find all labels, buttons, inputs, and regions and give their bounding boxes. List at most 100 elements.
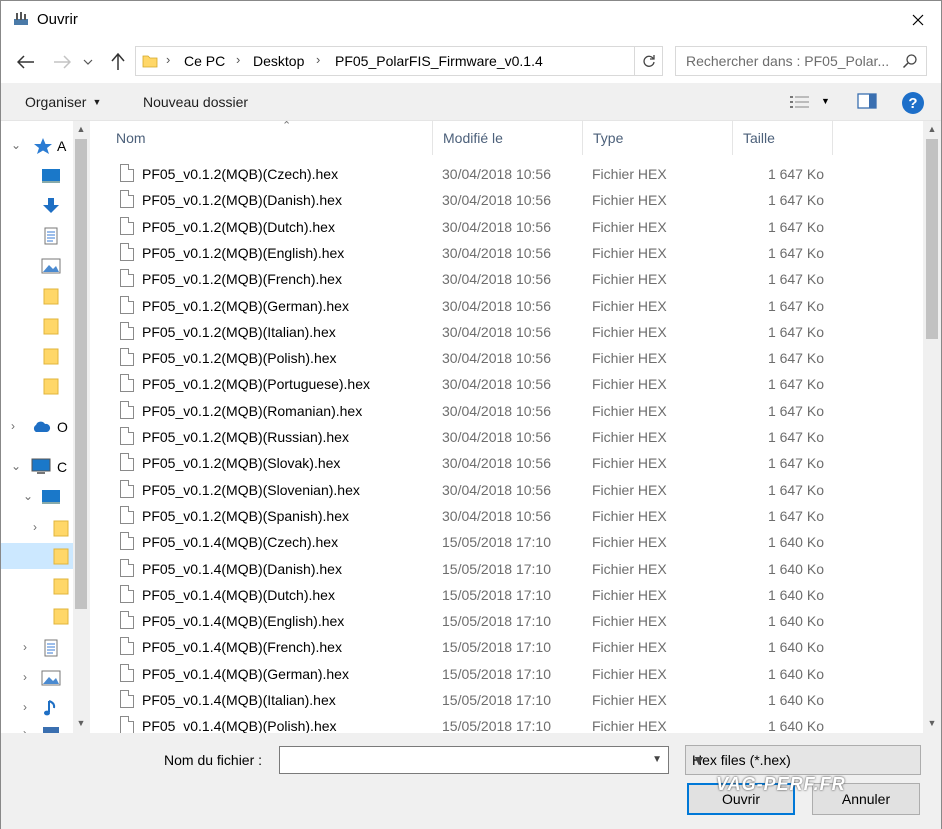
- nav-item-desktop[interactable]: [1, 163, 73, 189]
- breadcrumb-this-pc[interactable]: Ce PC: [184, 53, 225, 69]
- preview-pane-icon[interactable]: [857, 93, 877, 109]
- chevron-right-icon[interactable]: ›: [33, 520, 37, 534]
- close-button[interactable]: [895, 1, 941, 39]
- column-header-name[interactable]: Nom ⌃: [106, 121, 433, 155]
- nav-item-folder[interactable]: ›: [1, 515, 73, 541]
- file-row[interactable]: PF05_v0.1.2(MQB)(Italian).hex 30/04/2018 …: [90, 319, 922, 345]
- nav-item-this-pc[interactable]: ⌄ C: [1, 454, 73, 480]
- nav-item-folder[interactable]: [1, 573, 73, 599]
- help-icon[interactable]: ?: [902, 92, 924, 114]
- forward-button[interactable]: [51, 51, 73, 73]
- file-type: Fichier HEX: [592, 297, 667, 314]
- chevron-right-icon[interactable]: ›: [11, 419, 15, 433]
- scroll-down-icon[interactable]: ▼: [924, 715, 940, 731]
- chevron-right-icon[interactable]: ›: [23, 640, 27, 654]
- chevron-right-icon[interactable]: ›: [23, 670, 27, 684]
- file-row[interactable]: PF05_v0.1.2(MQB)(English).hex 30/04/2018 …: [90, 240, 922, 266]
- filename-combobox[interactable]: ▼: [279, 746, 669, 774]
- file-row[interactable]: PF05_v0.1.2(MQB)(Czech).hex 30/04/2018 10…: [90, 161, 922, 187]
- file-name: PF05_v0.1.4(MQB)(Czech).hex: [142, 534, 339, 551]
- file-size: 1 647 Ko: [767, 297, 824, 314]
- chevron-down-icon[interactable]: ▼: [652, 754, 662, 765]
- file-icon: [120, 611, 134, 630]
- nav-label-this-pc: C: [57, 459, 68, 475]
- file-row[interactable]: PF05_v0.1.2(MQB)(Romanian).hex 30/04/2018…: [90, 398, 922, 424]
- file-row[interactable]: PF05_v0.1.2(MQB)(Russian).hex 30/04/2018 …: [90, 424, 922, 450]
- file-row[interactable]: PF05_v0.1.4(MQB)(Italian).hex 15/05/2018 …: [90, 687, 922, 713]
- breadcrumb-desktop[interactable]: Desktop: [253, 53, 304, 69]
- column-header-modified[interactable]: Modifié le: [433, 121, 583, 155]
- file-row[interactable]: PF05_v0.1.2(MQB)(Danish).hex 30/04/2018 1…: [90, 187, 922, 213]
- file-icon: [120, 663, 134, 682]
- nav-item-onedrive[interactable]: › O: [1, 414, 73, 440]
- view-options-caret-icon[interactable]: ▼: [821, 96, 830, 106]
- caret-down-icon: ▼: [92, 97, 102, 107]
- file-name: PF05_v0.1.2(MQB)(German).hex: [142, 297, 349, 314]
- filename-input[interactable]: [280, 747, 640, 773]
- chevron-right-icon[interactable]: ›: [23, 726, 27, 733]
- refresh-button[interactable]: [634, 47, 662, 75]
- nav-item-folder[interactable]: [1, 603, 73, 629]
- nav-item-music[interactable]: ›: [1, 695, 73, 721]
- nav-item-downloads[interactable]: [1, 193, 73, 219]
- nav-item-documents[interactable]: ›: [1, 635, 73, 661]
- nav-item-folder[interactable]: [1, 313, 73, 339]
- nav-item-current-folder[interactable]: [1, 543, 73, 569]
- scroll-down-icon[interactable]: ▼: [73, 715, 89, 731]
- file-list-scrollbar[interactable]: ▲ ▼: [923, 121, 941, 733]
- search-icon[interactable]: [902, 53, 918, 69]
- file-row[interactable]: PF05_v0.1.4(MQB)(Danish).hex 15/05/2018 1…: [90, 556, 922, 582]
- organise-menu[interactable]: Organiser ▼: [25, 94, 101, 110]
- file-type-filter[interactable]: Hex files (*.hex) ▼: [685, 745, 921, 775]
- new-folder-button[interactable]: Nouveau dossier: [143, 94, 248, 110]
- address-bar[interactable]: › Ce PC › Desktop › PF05_PolarFIS_Firmwa…: [135, 46, 663, 76]
- chevron-down-icon[interactable]: ⌄: [23, 489, 33, 503]
- file-row[interactable]: PF05_v0.1.2(MQB)(Slovak).hex 30/04/2018 1…: [90, 450, 922, 476]
- nav-item-folder[interactable]: [1, 343, 73, 369]
- document-icon: [44, 639, 58, 657]
- recent-locations-button[interactable]: [81, 51, 95, 73]
- file-row[interactable]: PF05_v0.1.4(MQB)(English).hex 15/05/2018 …: [90, 608, 922, 634]
- breadcrumb-separator[interactable]: ›: [166, 52, 170, 67]
- file-row[interactable]: PF05_v0.1.2(MQB)(French).hex 30/04/2018 1…: [90, 266, 922, 292]
- chevron-down-icon[interactable]: ⌄: [11, 138, 21, 152]
- file-row[interactable]: PF05_v0.1.2(MQB)(Slovenian).hex 30/04/201…: [90, 477, 922, 503]
- breadcrumb-separator[interactable]: ›: [316, 52, 320, 67]
- breadcrumb-separator[interactable]: ›: [236, 52, 240, 67]
- file-row[interactable]: PF05_v0.1.2(MQB)(Polish).hex 30/04/2018 1…: [90, 345, 922, 371]
- chevron-down-icon[interactable]: ⌄: [11, 459, 21, 473]
- file-row[interactable]: PF05_v0.1.2(MQB)(Spanish).hex 30/04/2018 …: [90, 503, 922, 529]
- folder-icon: [53, 548, 69, 565]
- view-details-icon[interactable]: [789, 94, 811, 110]
- nav-item-videos[interactable]: ›: [1, 721, 73, 733]
- nav-item-folder[interactable]: [1, 373, 73, 399]
- file-row[interactable]: PF05_v0.1.4(MQB)(French).hex 15/05/2018 1…: [90, 634, 922, 660]
- file-row[interactable]: PF05_v0.1.2(MQB)(German).hex 30/04/2018 1…: [90, 293, 922, 319]
- file-row[interactable]: PF05_v0.1.4(MQB)(Czech).hex 15/05/2018 17…: [90, 529, 922, 555]
- nav-item-pictures[interactable]: [1, 253, 73, 279]
- search-input[interactable]: [676, 47, 896, 75]
- file-row[interactable]: PF05_v0.1.2(MQB)(Dutch).hex 30/04/2018 10…: [90, 214, 922, 240]
- nav-item-desktop[interactable]: ⌄: [1, 484, 73, 510]
- back-button[interactable]: [15, 51, 37, 73]
- file-row[interactable]: PF05_v0.1.4(MQB)(Polish).hex 15/05/2018 1…: [90, 713, 922, 733]
- file-list-scroll-thumb[interactable]: [926, 139, 938, 339]
- file-modified: 15/05/2018 17:10: [442, 534, 551, 551]
- nav-pane-scrollbar[interactable]: ▲ ▼: [73, 121, 89, 733]
- column-header-size[interactable]: Taille: [733, 121, 833, 155]
- up-button[interactable]: [107, 51, 129, 73]
- nav-item-pictures[interactable]: ›: [1, 665, 73, 691]
- nav-item-quick-access[interactable]: ⌄ A: [1, 133, 73, 159]
- chevron-right-icon[interactable]: ›: [23, 700, 27, 714]
- nav-item-documents[interactable]: [1, 223, 73, 249]
- file-row[interactable]: PF05_v0.1.2(MQB)(Portuguese).hex 30/04/20…: [90, 371, 922, 397]
- nav-item-folder[interactable]: [1, 283, 73, 309]
- file-row[interactable]: PF05_v0.1.4(MQB)(Dutch).hex 15/05/2018 17…: [90, 582, 922, 608]
- nav-pane-scroll-thumb[interactable]: [75, 139, 87, 609]
- breadcrumb-current-folder[interactable]: PF05_PolarFIS_Firmware_v0.1.4: [335, 53, 543, 69]
- file-modified: 30/04/2018 10:56: [442, 429, 551, 445]
- column-header-type[interactable]: Type: [583, 121, 733, 155]
- scroll-up-icon[interactable]: ▲: [73, 121, 89, 137]
- file-row[interactable]: PF05_v0.1.4(MQB)(German).hex 15/05/2018 1…: [90, 661, 922, 687]
- scroll-up-icon[interactable]: ▲: [924, 121, 940, 137]
